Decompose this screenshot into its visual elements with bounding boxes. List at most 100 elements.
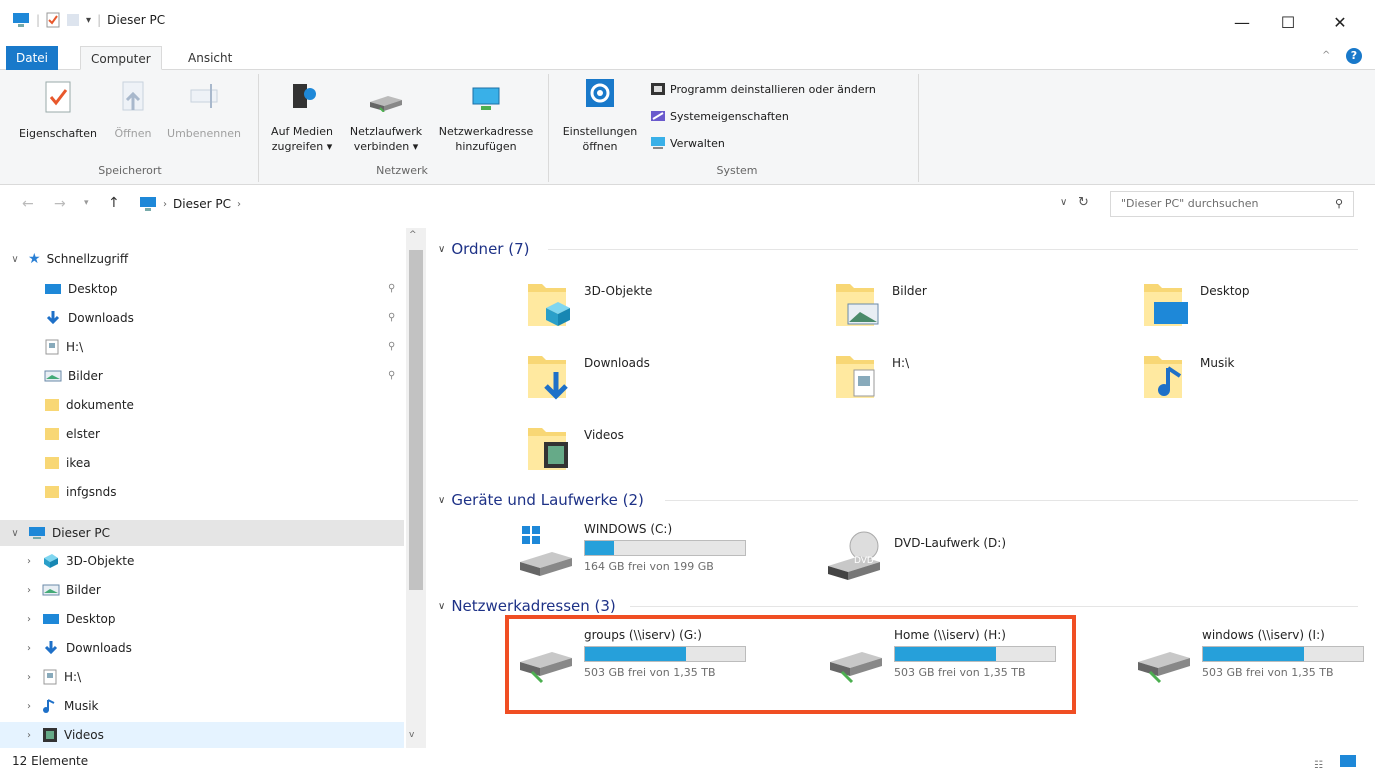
chevron-right-icon[interactable]: › bbox=[22, 614, 36, 625]
nav-pc-item[interactable]: › 3D-Objekte bbox=[0, 548, 404, 574]
nav-item-label: 3D-Objekte bbox=[66, 554, 135, 568]
nav-item-label: Musik bbox=[64, 699, 99, 713]
breadcrumb-dieser-pc[interactable]: Dieser PC bbox=[173, 197, 231, 211]
large-icons-view-icon[interactable] bbox=[1340, 755, 1356, 767]
section-network-header[interactable]: ∨ Netzwerkadressen (3) bbox=[438, 595, 616, 617]
drive-c[interactable]: WINDOWS (C:) 164 GB frei von 199 GB bbox=[516, 522, 746, 580]
uninstall-program-button[interactable]: Programm deinstallieren oder ändern bbox=[650, 80, 876, 98]
chevron-right-icon[interactable]: › bbox=[22, 556, 36, 567]
details-view-icon[interactable]: ☷ bbox=[1314, 754, 1323, 777]
music-icon bbox=[1142, 350, 1190, 402]
nav-this-pc[interactable]: ∨ Dieser PC bbox=[0, 520, 404, 546]
properties-button[interactable]: Eigenschaften bbox=[10, 80, 106, 141]
pictures-icon bbox=[834, 278, 882, 330]
nav-pc-item[interactable]: › Videos bbox=[0, 722, 404, 748]
nav-quick-item[interactable]: Desktop bbox=[44, 276, 118, 302]
divider bbox=[548, 249, 1358, 250]
tab-file[interactable]: Datei bbox=[6, 46, 59, 70]
item-count: 12 Elemente bbox=[12, 754, 89, 768]
pictures-folder[interactable]: Bilder bbox=[834, 278, 927, 330]
chevron-right-icon[interactable]: › bbox=[22, 672, 36, 683]
nav-quick-item[interactable]: H:\ bbox=[44, 334, 83, 360]
chevron-down-icon[interactable]: ▾ bbox=[86, 15, 91, 26]
maximize-button[interactable]: ☐ bbox=[1268, 10, 1308, 36]
section-folders-header[interactable]: ∨ Ordner (7) bbox=[438, 238, 529, 260]
network-drive-i[interactable]: windows (\\iserv) (I:) 503 GB frei von 1,… bbox=[1134, 628, 1364, 686]
address-dropdown-icon[interactable]: ∨ bbox=[1060, 197, 1067, 208]
3d-objects-folder[interactable]: 3D-Objekte bbox=[526, 278, 652, 330]
media-access-button[interactable]: Auf Medien zugreifen ▾ bbox=[262, 80, 342, 154]
videos-folder[interactable]: Videos bbox=[526, 422, 624, 474]
up-arrow-icon[interactable]: ↑ bbox=[108, 195, 120, 211]
nav-item-label: ikea bbox=[66, 456, 91, 470]
nav-pc-item[interactable]: › H:\ bbox=[0, 664, 404, 690]
refresh-icon[interactable]: ↻ bbox=[1078, 195, 1089, 210]
search-input[interactable]: "Dieser PC" durchsuchen ⚲ bbox=[1110, 191, 1354, 217]
chevron-down-icon[interactable]: ∨ bbox=[8, 254, 22, 265]
nav-quick-item[interactable]: infgsnds bbox=[44, 479, 117, 505]
nav-pc-item[interactable]: › Desktop bbox=[0, 606, 404, 632]
pin-icon[interactable]: ⚲ bbox=[388, 312, 395, 323]
close-button[interactable]: ✕ bbox=[1320, 10, 1360, 36]
properties-icon[interactable] bbox=[46, 12, 60, 28]
desktop-icon bbox=[1142, 278, 1190, 330]
desktop-folder[interactable]: Desktop bbox=[1142, 278, 1250, 330]
pin-icon[interactable]: ⚲ bbox=[388, 341, 395, 352]
media-server-icon bbox=[287, 80, 317, 114]
open-icon bbox=[119, 80, 147, 114]
drive-h-folder[interactable]: H:\ bbox=[834, 350, 909, 402]
manage-button[interactable]: Verwalten bbox=[650, 134, 725, 152]
scrollbar-thumb[interactable] bbox=[409, 250, 423, 590]
pin-icon[interactable]: ⚲ bbox=[388, 283, 395, 294]
nav-pc-item[interactable]: › Bilder bbox=[0, 577, 404, 603]
chevron-down-icon[interactable]: ∨ bbox=[8, 528, 22, 539]
rename-button[interactable]: Umbenennen bbox=[160, 80, 248, 141]
nav-quick-item[interactable]: elster bbox=[44, 421, 100, 447]
recent-locations-chevron-icon[interactable]: ▾ bbox=[84, 198, 89, 208]
nav-quick-item[interactable]: Downloads bbox=[44, 305, 134, 331]
nav-quick-item[interactable]: dokumente bbox=[44, 392, 134, 418]
map-network-drive-button[interactable]: Netzlaufwerk verbinden ▾ bbox=[342, 80, 430, 154]
chevron-right-icon[interactable]: › bbox=[22, 701, 36, 712]
nav-pc-item[interactable]: › Musik bbox=[0, 693, 404, 719]
nav-quick-access[interactable]: ∨ ★ Schnellzugriff bbox=[8, 246, 128, 272]
system-properties-button[interactable]: Systemeigenschaften bbox=[650, 107, 789, 125]
music-folder[interactable]: Musik bbox=[1142, 350, 1235, 402]
tab-computer[interactable]: Computer bbox=[80, 46, 162, 70]
chevron-right-icon[interactable]: › bbox=[22, 643, 36, 654]
divider bbox=[665, 500, 1358, 501]
minimize-button[interactable]: — bbox=[1222, 10, 1262, 36]
drive-h-icon bbox=[834, 350, 882, 402]
ribbon-tabs: Datei Computer Ansicht ^ ? bbox=[0, 44, 1375, 70]
new-folder-icon[interactable] bbox=[66, 12, 80, 28]
add-network-location-button[interactable]: Netzwerkadresse hinzufügen bbox=[432, 80, 540, 154]
downloads-folder[interactable]: Downloads bbox=[526, 350, 650, 402]
drive-usage-bar bbox=[1202, 646, 1364, 662]
breadcrumb-separator-icon[interactable]: › bbox=[163, 199, 167, 210]
chevron-right-icon[interactable]: › bbox=[22, 730, 36, 741]
section-devices-header[interactable]: ∨ Geräte und Laufwerke (2) bbox=[438, 489, 644, 511]
collapse-ribbon-icon[interactable]: ^ bbox=[1322, 50, 1330, 61]
breadcrumb-separator-icon[interactable]: › bbox=[237, 199, 241, 210]
drive-d[interactable]: DVD DVD-Laufwerk (D:) bbox=[826, 530, 1006, 580]
back-arrow-icon[interactable]: ← bbox=[22, 196, 34, 212]
chevron-down-icon[interactable]: ∨ bbox=[438, 495, 445, 506]
nav-scrollbar[interactable]: ^ v bbox=[406, 228, 426, 748]
tab-view[interactable]: Ansicht bbox=[178, 46, 242, 70]
scroll-down-icon[interactable]: v bbox=[409, 730, 414, 740]
forward-arrow-icon[interactable]: → bbox=[54, 196, 66, 212]
chevron-right-icon[interactable]: › bbox=[22, 585, 36, 596]
nav-pc-item[interactable]: › Downloads bbox=[0, 635, 404, 661]
scroll-up-icon[interactable]: ^ bbox=[409, 230, 417, 240]
nav-quick-item[interactable]: ikea bbox=[44, 450, 91, 476]
open-button[interactable]: Öffnen bbox=[108, 80, 158, 141]
nav-quick-item[interactable]: Bilder bbox=[44, 363, 103, 389]
pin-icon[interactable]: ⚲ bbox=[388, 370, 395, 381]
address-bar[interactable]: › Dieser PC › bbox=[130, 191, 1096, 217]
chevron-down-icon[interactable]: ∨ bbox=[438, 601, 445, 612]
divider bbox=[918, 74, 919, 182]
open-settings-button[interactable]: Einstellungen öffnen bbox=[554, 78, 646, 154]
folder-icon bbox=[44, 426, 60, 442]
help-icon[interactable]: ? bbox=[1346, 48, 1362, 64]
chevron-down-icon[interactable]: ∨ bbox=[438, 244, 445, 255]
